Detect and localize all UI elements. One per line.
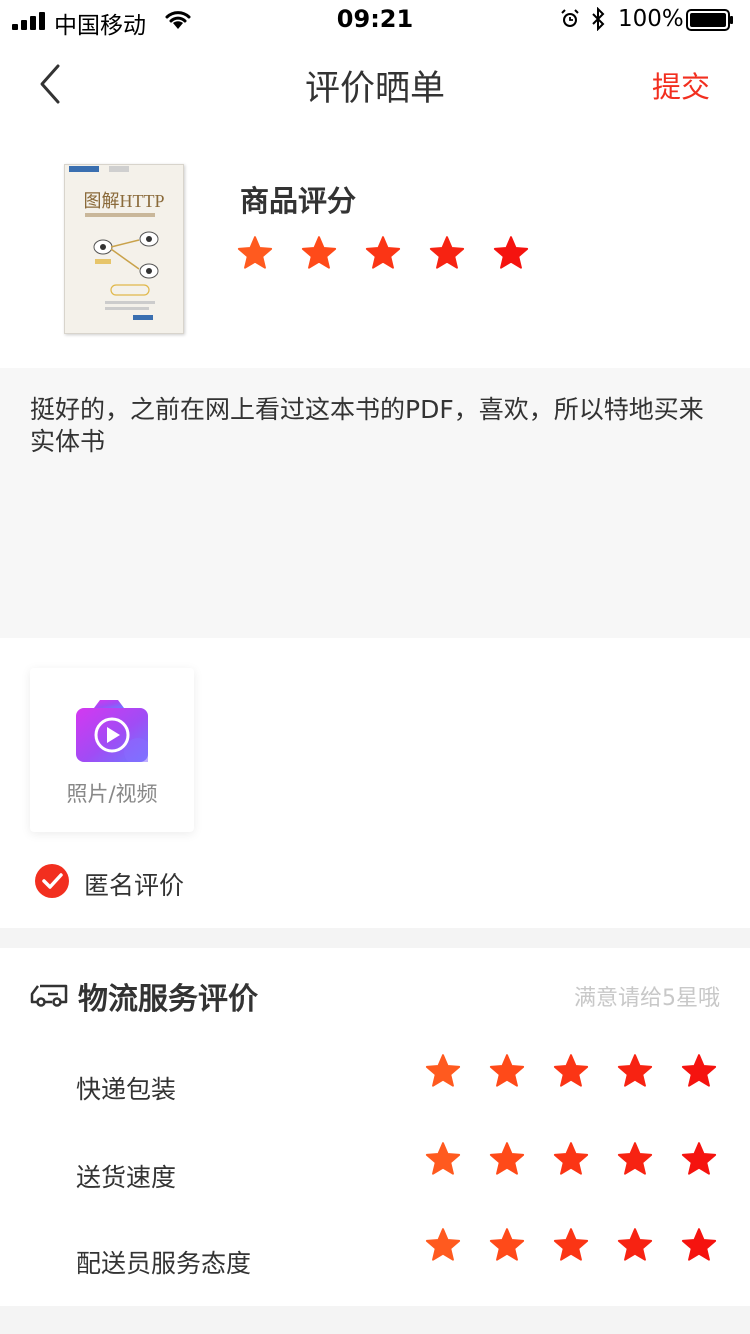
- star-icon[interactable]: [300, 234, 338, 272]
- media-section: 照片/视频 匿名评价: [0, 638, 750, 928]
- star-icon[interactable]: [680, 1226, 718, 1264]
- anonymous-checkbox[interactable]: [34, 863, 70, 899]
- product-rating-section: 图解HTTP 商品评分: [0, 128, 750, 368]
- bottom-divider: [0, 1306, 750, 1334]
- camera-icon: [76, 700, 148, 762]
- status-bar: 中国移动 09:21 100%: [0, 0, 750, 40]
- rating-row-courier-attitude: 配送员服务态度: [0, 1226, 750, 1286]
- star-icon[interactable]: [364, 234, 402, 272]
- logistics-title: 物流服务评价: [78, 982, 258, 1017]
- star-icon[interactable]: [488, 1052, 526, 1090]
- section-divider: [0, 928, 750, 948]
- star-icon[interactable]: [428, 234, 466, 272]
- star-icon[interactable]: [680, 1052, 718, 1090]
- star-icon[interactable]: [424, 1140, 462, 1178]
- star-icon[interactable]: [488, 1226, 526, 1264]
- bluetooth-icon: [592, 7, 605, 31]
- star-icon[interactable]: [236, 234, 274, 272]
- submit-button[interactable]: 提交: [652, 64, 710, 106]
- rating-row-label: 配送员服务态度: [76, 1249, 252, 1278]
- add-photo-video-button[interactable]: 照片/视频: [30, 668, 194, 832]
- battery-percent: 100%: [618, 6, 684, 32]
- anonymous-label: 匿名评价: [84, 871, 185, 900]
- star-icon[interactable]: [552, 1226, 590, 1264]
- star-icon[interactable]: [616, 1140, 654, 1178]
- star-icon[interactable]: [552, 1052, 590, 1090]
- book-cover-illustration: [93, 231, 159, 320]
- rating-row-delivery-speed: 送货速度: [0, 1140, 750, 1200]
- star-icon[interactable]: [680, 1140, 718, 1178]
- review-text-area[interactable]: 挺好的，之前在网上看过这本书的PDF，喜欢，所以特地买来实体书: [0, 368, 750, 638]
- rating-row-packaging: 快递包装: [0, 1052, 750, 1112]
- logistics-rating-section: 物流服务评价 满意请给5星哦 快递包装 送货速度 配送员服务态度: [0, 948, 750, 1306]
- star-icon[interactable]: [488, 1140, 526, 1178]
- page-title: 评价晒单: [304, 69, 445, 109]
- logistics-hint: 满意请给5星哦: [574, 986, 720, 1011]
- rating-row-label: 送货速度: [76, 1163, 177, 1192]
- product-rating-label: 商品评分: [240, 184, 357, 218]
- star-icon[interactable]: [616, 1052, 654, 1090]
- rating-row-label: 快递包装: [76, 1075, 177, 1104]
- star-icon[interactable]: [424, 1226, 462, 1264]
- truck-icon: [30, 984, 68, 1007]
- star-icon[interactable]: [424, 1052, 462, 1090]
- product-image: 图解HTTP: [64, 164, 184, 334]
- battery-icon: [686, 9, 733, 31]
- review-text[interactable]: 挺好的，之前在网上看过这本书的PDF，喜欢，所以特地买来实体书: [30, 394, 720, 458]
- add-photo-video-label: 照片/视频: [66, 782, 158, 806]
- alarm-icon: [561, 9, 579, 27]
- star-icon[interactable]: [616, 1226, 654, 1264]
- book-cover-title: 图解HTTP: [83, 191, 165, 211]
- nav-bar: 评价晒单 提交: [0, 40, 750, 128]
- star-icon[interactable]: [492, 234, 530, 272]
- star-icon[interactable]: [552, 1140, 590, 1178]
